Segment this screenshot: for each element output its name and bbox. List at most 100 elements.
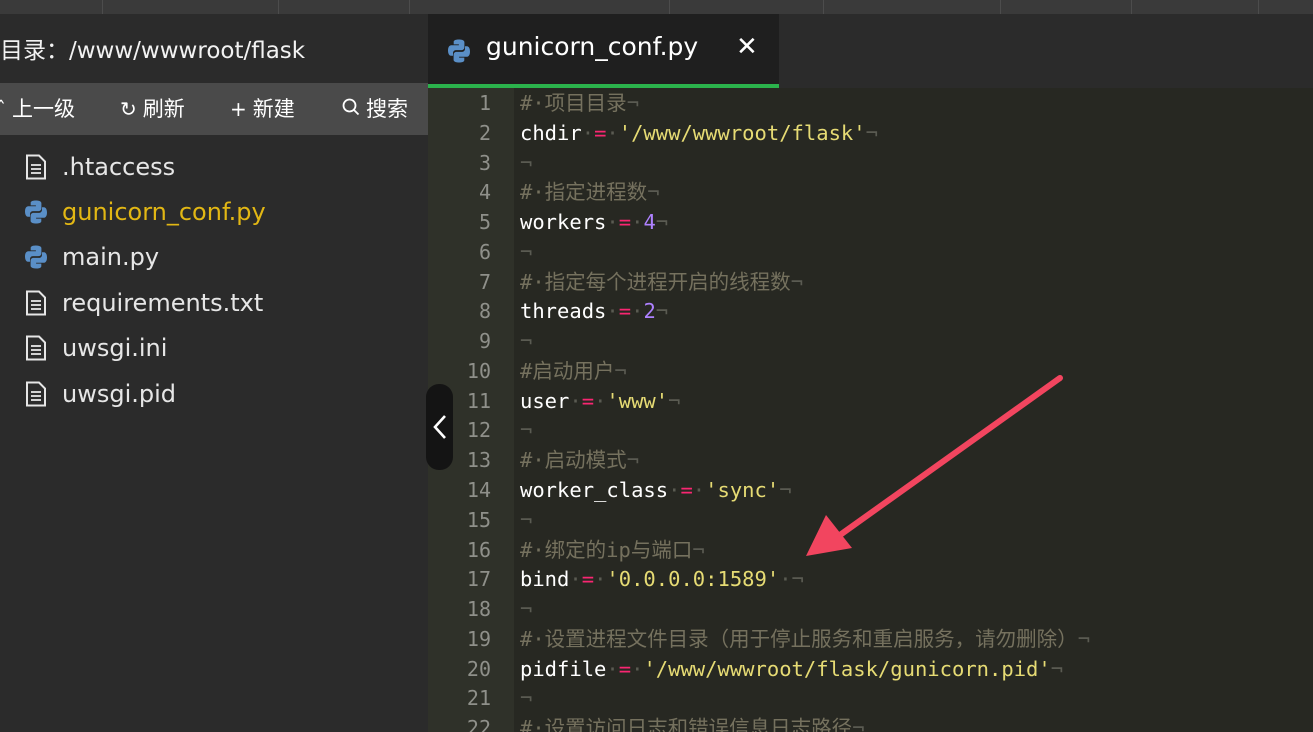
line-number: 10 xyxy=(466,358,491,383)
line-number: 18 xyxy=(466,597,491,622)
code-line: #·启动模式¬ xyxy=(520,446,639,476)
code-token: 'sync' xyxy=(705,478,780,502)
search-label: 搜索 xyxy=(366,97,408,121)
tab-gunicorn-conf[interactable]: gunicorn_conf.py ✕ xyxy=(428,14,779,88)
file-sidebar: 目录：/www/wwwroot/flask ˆ 上一级 ↻ 刷新 + 新建 搜索… xyxy=(0,14,428,732)
tab-bar: gunicorn_conf.py ✕ xyxy=(428,14,1313,88)
code-token: ¬ xyxy=(520,507,533,532)
sidebar-toolbar: ˆ 上一级 ↻ 刷新 + 新建 搜索 xyxy=(0,83,428,135)
code-token: · xyxy=(606,299,619,324)
code-line: worker_class·=·'sync'¬ xyxy=(520,476,792,506)
code-token: · xyxy=(569,567,582,592)
code-line: ¬ xyxy=(520,416,532,446)
code-token: chdir xyxy=(520,120,582,145)
file-item[interactable]: .htaccess xyxy=(0,144,428,189)
code-line: #·指定每个进程开启的线程数¬ xyxy=(520,268,803,298)
up-level-button[interactable]: ˆ 上一级 xyxy=(0,83,75,135)
file-icon xyxy=(22,380,50,408)
file-item[interactable]: uwsgi.ini xyxy=(0,326,428,371)
file-icon xyxy=(22,153,50,181)
code-token: ¬ xyxy=(520,597,533,622)
code-token: worker_class xyxy=(520,478,669,502)
tab-title: gunicorn_conf.py xyxy=(486,32,699,61)
file-name: requirements.txt xyxy=(62,288,264,317)
search-button[interactable]: 搜索 xyxy=(342,83,408,135)
code-token: = xyxy=(581,388,595,413)
code-token: · xyxy=(606,656,619,681)
code-token: ¬ xyxy=(520,418,533,443)
code-token: threads xyxy=(520,299,607,324)
line-number: 3 xyxy=(478,150,491,175)
file-icon xyxy=(22,334,50,362)
code-token: = xyxy=(618,299,632,324)
line-number: 7 xyxy=(478,269,491,294)
code-token: '0.0.0.0:1589' xyxy=(606,567,780,592)
code-line: ¬ xyxy=(520,149,532,179)
code-line: #启动用户¬ xyxy=(520,357,627,387)
code-line: #·项目目录¬ xyxy=(520,89,639,119)
code-editor[interactable]: 1 2 3 4 5 6 7 8 9 10 11 12 13 14 15 16 17 18 19 20 21 22 #·项目… xyxy=(428,88,1313,732)
plus-icon: + xyxy=(230,97,247,121)
code-line: ¬ xyxy=(520,506,532,536)
file-icon xyxy=(22,289,50,317)
line-number: 19 xyxy=(466,626,491,651)
code-token: #·启动模式 xyxy=(520,448,627,473)
line-number: 16 xyxy=(466,537,491,562)
code-token: workers xyxy=(520,210,607,235)
code-token: ¬ xyxy=(626,91,640,115)
line-number: 6 xyxy=(478,239,491,264)
line-number: 20 xyxy=(466,656,491,681)
file-name: uwsgi.pid xyxy=(62,379,177,408)
directory-path: 目录：/www/wwwroot/flask xyxy=(0,38,306,64)
line-number: 4 xyxy=(478,180,491,205)
code-token: ¬ xyxy=(668,388,681,413)
code-line: #·设置访问日志和错误信息日志路径¬ xyxy=(520,714,865,732)
line-number: 21 xyxy=(466,686,491,711)
code-token: '/www/wwwroot/flask/gunicorn.pid' xyxy=(643,656,1051,681)
file-item[interactable]: main.py xyxy=(0,235,428,280)
code-token: ¬ xyxy=(520,239,533,264)
code-token: #·指定进程数 xyxy=(520,180,648,205)
code-token: #启动用户 xyxy=(520,358,615,383)
code-token: · xyxy=(631,656,644,681)
code-token: ¬ xyxy=(520,329,533,354)
new-label: 新建 xyxy=(252,97,295,121)
close-icon[interactable]: ✕ xyxy=(736,32,758,62)
code-token: #·设置访问日志和错误信息日志路径 xyxy=(520,716,853,732)
code-token: 4 xyxy=(643,210,656,235)
line-number: 5 xyxy=(478,210,491,235)
code-line: chdir·=·'/www/wwwroot/flask'¬ xyxy=(520,119,878,149)
new-button[interactable]: + 新建 xyxy=(230,83,295,135)
file-name: main.py xyxy=(62,243,160,272)
code-token: = xyxy=(618,210,632,235)
search-icon xyxy=(342,83,360,135)
code-token: ¬ xyxy=(1050,656,1064,681)
code-line: #·指定进程数¬ xyxy=(520,178,660,208)
code-token: ¬ xyxy=(655,210,669,235)
collapse-sidebar-button[interactable] xyxy=(426,384,453,470)
file-item[interactable]: requirements.txt xyxy=(0,280,428,325)
file-item[interactable]: gunicorn_conf.py xyxy=(0,189,428,234)
code-token: ¬ xyxy=(520,150,533,175)
code-token: · xyxy=(594,567,607,592)
top-strip xyxy=(0,0,1313,14)
code-line: threads·=·2¬ xyxy=(520,297,668,327)
refresh-label: 刷新 xyxy=(142,97,185,121)
code-line: workers·=·4¬ xyxy=(520,208,668,238)
code-token: · xyxy=(594,388,607,413)
code-line: ¬ xyxy=(520,327,532,357)
code-token: ¬ xyxy=(655,299,669,324)
file-item[interactable]: uwsgi.pid xyxy=(0,371,428,416)
code-token: ¬ xyxy=(1077,626,1091,651)
code-line: ¬ xyxy=(520,595,532,625)
up-level-label: 上一级 xyxy=(12,97,75,121)
code-token: '/www/wwwroot/flask' xyxy=(618,120,866,145)
code-token: #·项目目录 xyxy=(520,91,627,115)
code-token: · xyxy=(606,210,619,235)
line-number: 22 xyxy=(466,716,491,732)
line-number: 2 xyxy=(478,120,491,145)
code-token: · xyxy=(668,478,681,502)
refresh-button[interactable]: ↻ 刷新 xyxy=(120,83,185,135)
file-list: .htaccess gunicorn_conf.py main.py requirem… xyxy=(0,144,428,416)
code-token: pidfile xyxy=(520,656,607,681)
